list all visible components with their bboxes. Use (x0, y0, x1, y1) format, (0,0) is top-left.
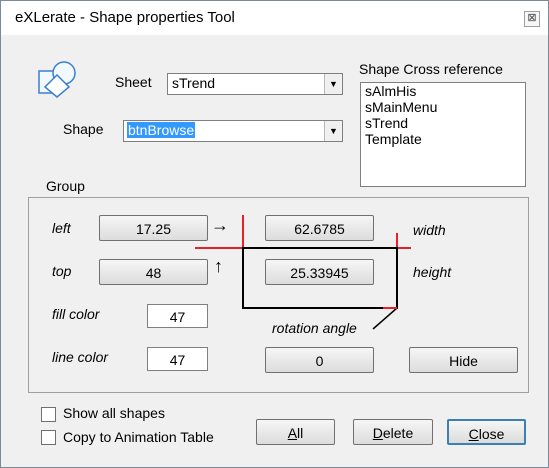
rotation-angle-label: rotation angle (272, 320, 357, 336)
show-all-shapes-label: Show all shapes (63, 405, 165, 421)
line-color-label: line color (52, 349, 109, 365)
diagram-marker (195, 247, 247, 249)
fill-color-label: fill color (52, 306, 100, 322)
diagram-marker (383, 307, 397, 309)
arrow-up-icon: ↑ (214, 256, 223, 276)
window-title: eXLerate - Shape properties Tool (15, 9, 235, 26)
fill-color-field[interactable]: 47 (147, 304, 208, 328)
list-item[interactable]: sMainMenu (361, 99, 525, 115)
all-button[interactable]: All (256, 419, 335, 445)
list-item[interactable]: Template (361, 131, 525, 147)
shape-label: Shape (63, 121, 104, 137)
title-bar: eXLerate - Shape properties Tool ⊠ (1, 1, 548, 35)
chevron-down-icon[interactable]: ▼ (324, 121, 342, 141)
list-item[interactable]: sTrend (361, 115, 525, 131)
rotation-indicator-line (372, 307, 398, 330)
cross-reference-list[interactable]: sAlmHis sMainMenu sTrend Template (360, 82, 526, 187)
cross-reference-label: Shape Cross reference (359, 61, 503, 77)
chevron-down-icon[interactable]: ▼ (324, 74, 342, 94)
sheet-label: Sheet (115, 74, 152, 90)
height-value-button[interactable]: 25.33945 (265, 259, 374, 285)
rotation-value-button[interactable]: 0 (265, 347, 374, 373)
diagram-line (242, 247, 397, 249)
list-item[interactable]: sAlmHis (361, 83, 525, 99)
line-color-field[interactable]: 47 (147, 347, 208, 371)
shape-combobox[interactable]: btnBrowse ▼ (123, 120, 343, 142)
delete-button[interactable]: Delete (353, 419, 433, 445)
top-label: top (52, 263, 72, 279)
hide-button[interactable]: Hide (409, 347, 518, 373)
left-value-button[interactable]: 17.25 (99, 215, 208, 241)
copy-to-animation-label: Copy to Animation Table (63, 429, 214, 445)
close-button[interactable]: Close (447, 419, 526, 445)
diagram-line (242, 247, 244, 309)
show-all-shapes-checkbox[interactable] (41, 407, 56, 422)
arrow-right-icon: → (211, 215, 229, 235)
width-label: width (413, 222, 446, 238)
height-label: height (413, 264, 452, 280)
group-label: Group (46, 178, 85, 194)
shapes-icon (38, 61, 76, 98)
width-value-button[interactable]: 62.6785 (265, 215, 374, 241)
shape-value: btnBrowse (127, 122, 196, 138)
close-icon[interactable]: ⊠ (524, 11, 540, 27)
left-label: left (52, 220, 71, 236)
diagram-line (396, 247, 398, 309)
sheet-combobox[interactable]: sTrend ▼ (167, 73, 343, 95)
dialog-window: eXLerate - Shape properties Tool ⊠ Sheet… (0, 0, 549, 468)
top-value-button[interactable]: 48 (99, 259, 208, 285)
copy-to-animation-checkbox[interactable] (41, 430, 56, 445)
sheet-value: sTrend (172, 75, 216, 91)
